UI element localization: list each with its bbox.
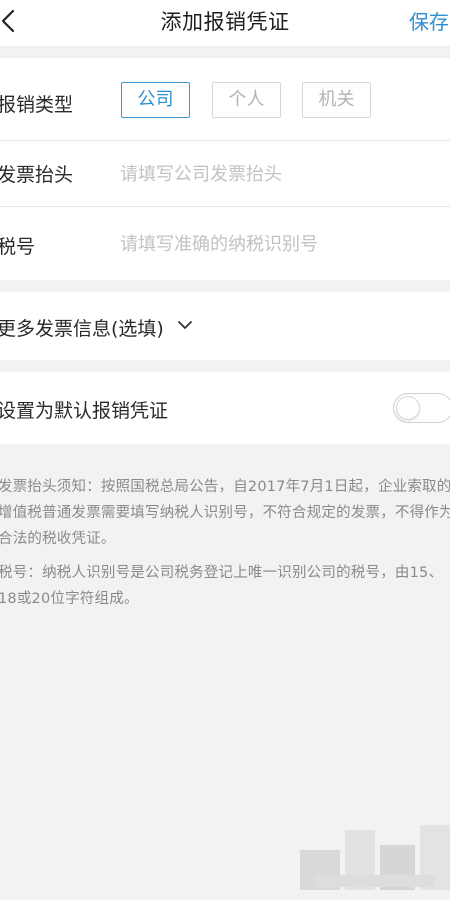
chevron-down-icon[interactable] [177, 318, 193, 332]
tax-number-label: 税号 [0, 236, 36, 258]
invoice-title-label: 发票抬头 [0, 164, 74, 186]
type-option-personal[interactable]: 个人 [212, 82, 281, 118]
type-option-company[interactable]: 公司 [121, 82, 190, 118]
watermark-logo [295, 820, 450, 900]
top-nav-bar: 添加报销凭证 保存 [0, 0, 450, 46]
default-toggle[interactable] [393, 393, 450, 423]
divider [0, 206, 450, 207]
invoice-title-notice: 发票抬头须知：按照国税总局公告，自2017年7月1日起，企业索取的增值税普通发票… [0, 479, 450, 547]
more-info-label[interactable]: 更多发票信息(选填) [0, 314, 164, 341]
tax-number-input[interactable] [120, 229, 440, 259]
invoice-title-input[interactable] [120, 159, 440, 189]
type-option-agency[interactable]: 机关 [302, 82, 371, 118]
page-title: 添加报销凭证 [160, 10, 290, 34]
divider [0, 140, 450, 141]
toggle-knob [396, 396, 420, 420]
save-button[interactable]: 保存 [409, 6, 449, 35]
default-setting-label: 设置为默认报销凭证 [0, 400, 169, 422]
type-label: 报销类型 [0, 94, 74, 116]
tax-number-notice: 税号：纳税人识别号是公司税务登记上唯一识别公司的税号，由15、18或20位字符组… [0, 565, 444, 607]
